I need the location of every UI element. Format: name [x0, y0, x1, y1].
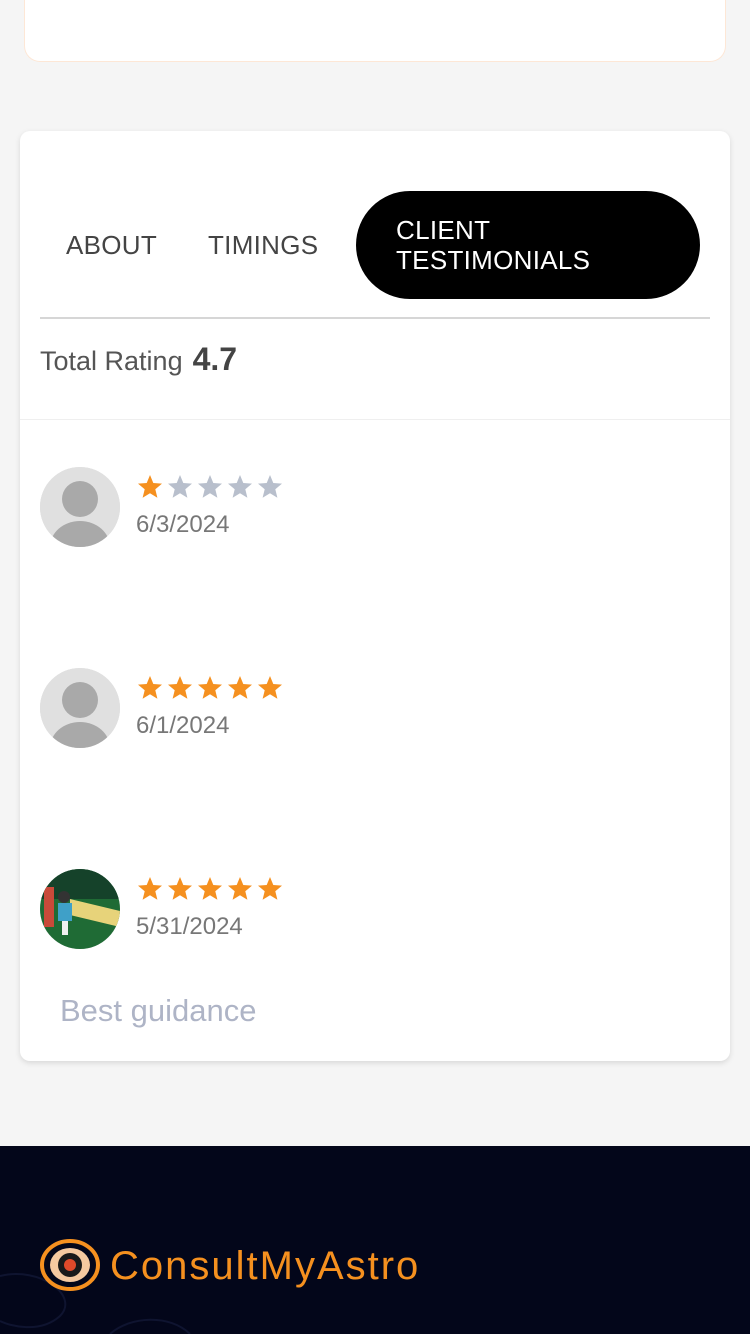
review-date: 6/1/2024 — [136, 712, 230, 739]
star-rating — [136, 473, 284, 501]
star-empty-icon — [198, 475, 222, 498]
star-rating — [136, 674, 284, 702]
star-rating — [136, 875, 284, 903]
previous-card — [24, 0, 726, 62]
tab-divider — [40, 317, 710, 319]
review-item: 6/3/2024 — [40, 467, 710, 587]
total-rating-label: Total Rating — [40, 346, 183, 376]
star-filled-icon — [228, 877, 252, 900]
star-empty-icon — [228, 475, 252, 498]
tab-bar: ABOUT TIMINGS CLIENT TESTIMONIALS — [40, 191, 710, 299]
star-filled-icon — [198, 676, 222, 699]
footer: ConsultMyAstro — [0, 1146, 750, 1334]
default-avatar-icon — [40, 467, 120, 547]
star-filled-icon — [258, 877, 282, 900]
review-date: 6/3/2024 — [136, 511, 230, 538]
review-item: 5/31/2024 Best guidance — [40, 869, 710, 1039]
star-filled-icon — [168, 676, 192, 699]
tab-client-testimonials-label: CLIENT TESTIMONIALS — [396, 215, 591, 275]
default-avatar-icon — [40, 668, 120, 748]
star-filled-icon — [258, 676, 282, 699]
star-filled-icon — [198, 877, 222, 900]
star-filled-icon — [228, 676, 252, 699]
star-filled-icon — [168, 877, 192, 900]
tab-timings[interactable]: TIMINGS — [208, 191, 318, 299]
footer-decoration — [0, 1273, 191, 1334]
section-divider — [20, 419, 730, 420]
footer-brand-name[interactable]: ConsultMyAstro — [110, 1244, 420, 1289]
review-item: 6/1/2024 — [40, 668, 710, 788]
total-rating: Total Rating 4.7 — [40, 341, 237, 378]
tab-about[interactable]: ABOUT — [66, 191, 157, 299]
star-filled-icon — [138, 676, 162, 699]
testimonials-card: ABOUT TIMINGS CLIENT TESTIMONIALS Total … — [20, 131, 730, 1061]
review-text: Best guidance — [60, 993, 257, 1028]
review-date: 5/31/2024 — [136, 913, 243, 940]
star-empty-icon — [258, 475, 282, 498]
tab-client-testimonials[interactable]: CLIENT TESTIMONIALS — [356, 191, 700, 299]
star-filled-icon — [138, 877, 162, 900]
star-filled-icon — [138, 475, 162, 498]
user-photo — [40, 869, 120, 949]
astro-logo-icon[interactable] — [40, 1239, 100, 1291]
total-rating-value: 4.7 — [192, 341, 238, 377]
star-empty-icon — [168, 475, 192, 498]
